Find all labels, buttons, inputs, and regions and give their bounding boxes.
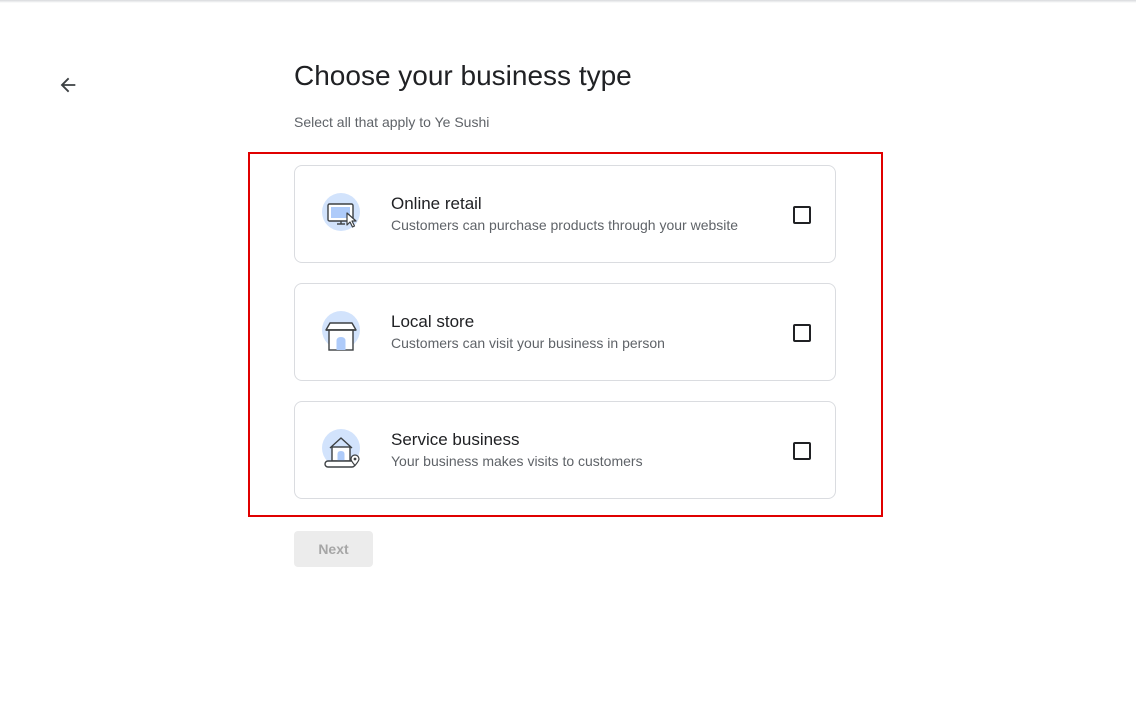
storefront-icon bbox=[321, 310, 365, 354]
local-store-checkbox[interactable] bbox=[793, 324, 811, 342]
house-location-icon bbox=[321, 428, 365, 472]
option-description: Customers can visit your business in per… bbox=[391, 335, 665, 351]
option-title: Online retail bbox=[391, 194, 482, 213]
back-button[interactable] bbox=[52, 69, 84, 101]
option-local-store[interactable]: Local store Customers can visit your bus… bbox=[294, 283, 836, 381]
service-business-checkbox[interactable] bbox=[793, 442, 811, 460]
online-retail-checkbox[interactable] bbox=[793, 206, 811, 224]
option-title: Local store bbox=[391, 312, 475, 331]
arrow-back-icon bbox=[60, 77, 76, 93]
option-online-retail[interactable]: Online retail Customers can purchase pro… bbox=[294, 165, 836, 263]
page-title: Choose your business type bbox=[294, 60, 632, 91]
top-shadow bbox=[0, 0, 1136, 3]
monitor-cursor-icon bbox=[321, 192, 365, 236]
next-button[interactable]: Next bbox=[294, 531, 373, 567]
option-service-business[interactable]: Service business Your business makes vis… bbox=[294, 401, 836, 499]
page-subtitle: Select all that apply to Ye Sushi bbox=[294, 114, 490, 130]
option-description: Customers can purchase products through … bbox=[391, 217, 739, 233]
option-title: Service business bbox=[391, 430, 520, 449]
option-description: Your business makes visits to customers bbox=[391, 453, 643, 469]
